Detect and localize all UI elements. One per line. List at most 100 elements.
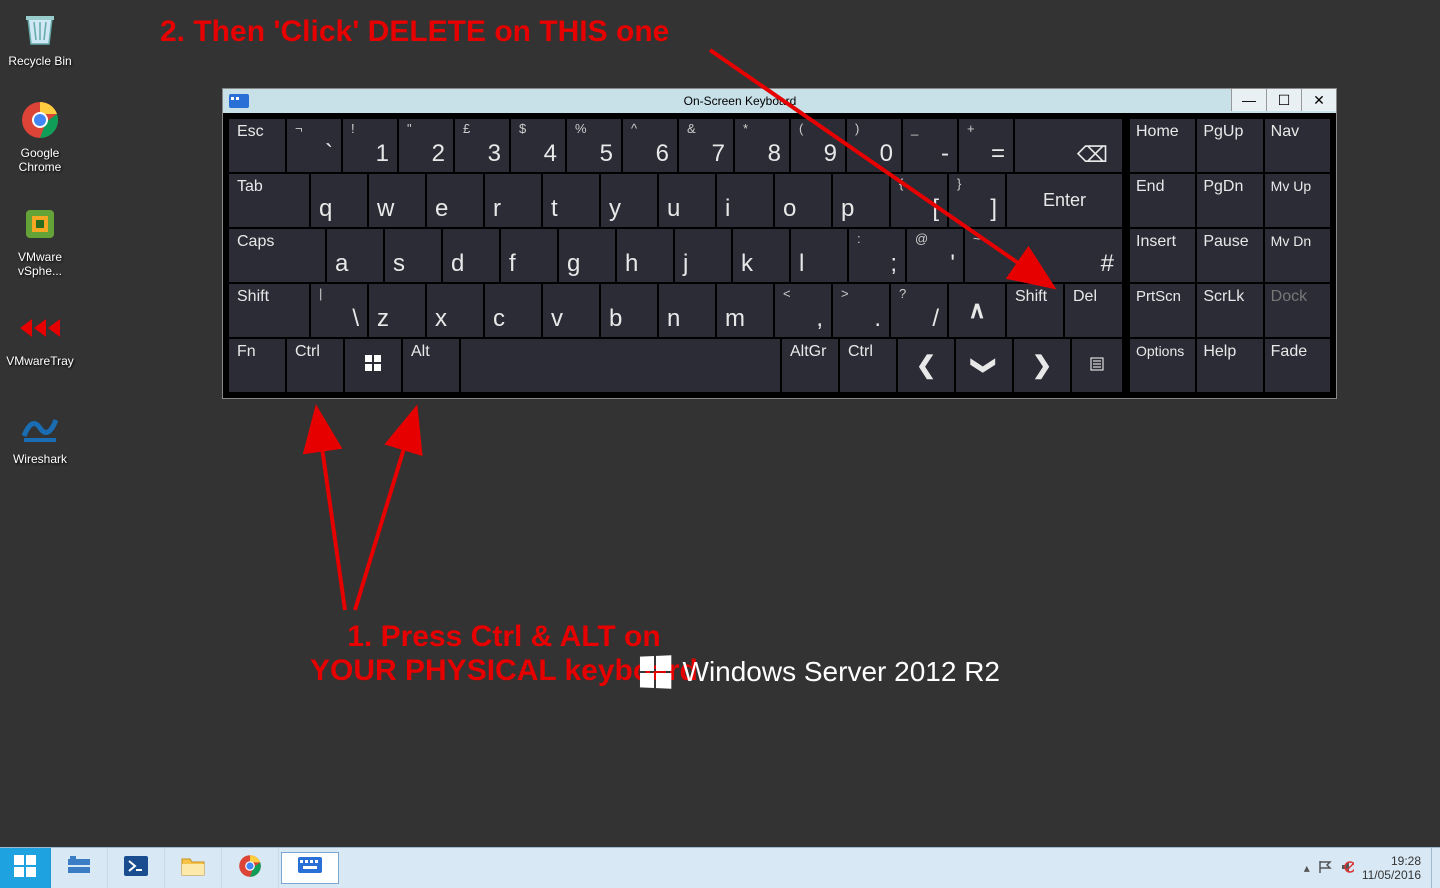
key-m[interactable]: m (717, 284, 773, 337)
key-z[interactable]: z (369, 284, 425, 337)
key-slash[interactable]: ?/ (891, 284, 947, 337)
taskbar-explorer[interactable] (165, 848, 222, 888)
key-del[interactable]: Del (1065, 284, 1122, 337)
key-q[interactable]: q (311, 174, 367, 227)
key-o[interactable]: o (775, 174, 831, 227)
key-fade[interactable]: Fade (1265, 339, 1330, 392)
key-3[interactable]: £3 (455, 119, 509, 172)
desktop-icon-vmware-vsphere[interactable]: VMware vSphe... (4, 200, 76, 278)
key-altgr[interactable]: AltGr (782, 339, 838, 392)
key-7[interactable]: &7 (679, 119, 733, 172)
key-backspace[interactable]: ⌫ (1015, 119, 1122, 172)
key-8[interactable]: *8 (735, 119, 789, 172)
key-0[interactable]: )0 (847, 119, 901, 172)
key-k[interactable]: k (733, 229, 789, 282)
key-pgdn[interactable]: PgDn (1197, 174, 1262, 227)
tray-volume-icon[interactable] (1340, 860, 1354, 877)
key-lctrl[interactable]: Ctrl (287, 339, 343, 392)
key-help[interactable]: Help (1197, 339, 1262, 392)
key-6[interactable]: ^6 (623, 119, 677, 172)
key-pgup[interactable]: PgUp (1197, 119, 1262, 172)
maximize-button[interactable]: ☐ (1266, 89, 1301, 111)
key-prtscn[interactable]: PrtScn (1130, 284, 1195, 337)
key-i[interactable]: i (717, 174, 773, 227)
key-y[interactable]: y (601, 174, 657, 227)
key-space[interactable] (461, 339, 780, 392)
key-e[interactable]: e (427, 174, 483, 227)
desktop-icon-chrome[interactable]: Google Chrome (4, 96, 76, 174)
show-desktop-button[interactable] (1431, 848, 1440, 888)
start-button[interactable] (0, 848, 51, 888)
desktop-icon-wireshark[interactable]: Wireshark (4, 402, 76, 466)
key-1[interactable]: !1 (343, 119, 397, 172)
key-2[interactable]: "2 (399, 119, 453, 172)
key-c[interactable]: c (485, 284, 541, 337)
key-nav[interactable]: Nav (1265, 119, 1330, 172)
key-options[interactable]: Options (1130, 339, 1195, 392)
key-mvdn[interactable]: Mv Dn (1265, 229, 1330, 282)
osk-window[interactable]: On-Screen Keyboard — ☐ ✕ Esc ¬` !1 "2 £3… (222, 88, 1337, 399)
key-enter[interactable]: Enter (1007, 174, 1122, 227)
key-w[interactable]: w (369, 174, 425, 227)
key-left[interactable]: ❮ (898, 339, 954, 392)
key-hash[interactable]: ~# (965, 229, 1122, 282)
key-lshift[interactable]: Shift (229, 284, 309, 337)
close-button[interactable]: ✕ (1301, 89, 1336, 111)
key-t[interactable]: t (543, 174, 599, 227)
key-r[interactable]: r (485, 174, 541, 227)
tray-clock[interactable]: 19:28 11/05/2016 (1362, 854, 1421, 882)
tray-flag-icon[interactable] (1318, 860, 1332, 877)
key-p[interactable]: p (833, 174, 889, 227)
key-s[interactable]: s (385, 229, 441, 282)
key-4[interactable]: $4 (511, 119, 565, 172)
key-bracket-open[interactable]: {[ (891, 174, 947, 227)
key-menu[interactable] (1072, 339, 1122, 392)
key-j[interactable]: j (675, 229, 731, 282)
key-mvup[interactable]: Mv Up (1265, 174, 1330, 227)
desktop-icon-recycle-bin[interactable]: Recycle Bin (4, 4, 76, 68)
key-quote[interactable]: @' (907, 229, 963, 282)
key-caps[interactable]: Caps (229, 229, 325, 282)
key-comma[interactable]: <, (775, 284, 831, 337)
key-period[interactable]: >. (833, 284, 889, 337)
key-n[interactable]: n (659, 284, 715, 337)
key-home[interactable]: Home (1130, 119, 1195, 172)
key-5[interactable]: %5 (567, 119, 621, 172)
key-9[interactable]: (9 (791, 119, 845, 172)
key-v[interactable]: v (543, 284, 599, 337)
key-esc[interactable]: Esc (229, 119, 285, 172)
key-backtick[interactable]: ¬` (287, 119, 341, 172)
key-tab[interactable]: Tab (229, 174, 309, 227)
key-equals[interactable]: += (959, 119, 1013, 172)
key-f[interactable]: f (501, 229, 557, 282)
taskbar-osk-running[interactable] (281, 852, 339, 884)
key-rctrl[interactable]: Ctrl (840, 339, 896, 392)
key-backslash[interactable]: |\ (311, 284, 367, 337)
key-semicolon[interactable]: :; (849, 229, 905, 282)
key-x[interactable]: x (427, 284, 483, 337)
key-b[interactable]: b (601, 284, 657, 337)
key-d[interactable]: d (443, 229, 499, 282)
key-insert[interactable]: Insert (1130, 229, 1195, 282)
key-rshift[interactable]: Shift (1007, 284, 1063, 337)
key-l[interactable]: l (791, 229, 847, 282)
key-g[interactable]: g (559, 229, 615, 282)
key-lalt[interactable]: Alt (403, 339, 459, 392)
key-bracket-close[interactable]: }] (949, 174, 1005, 227)
key-down[interactable]: ❯ (956, 339, 1012, 392)
key-a[interactable]: a (327, 229, 383, 282)
key-win[interactable] (345, 339, 401, 392)
key-right[interactable]: ❯ (1014, 339, 1070, 392)
desktop-icon-vmware-tray[interactable]: VMwareTray (4, 304, 76, 368)
taskbar-powershell[interactable] (108, 848, 165, 888)
key-end[interactable]: End (1130, 174, 1195, 227)
key-h[interactable]: h (617, 229, 673, 282)
key-dock[interactable]: Dock (1265, 284, 1330, 337)
system-tray[interactable]: ▴ 19:28 11/05/2016 (1294, 848, 1431, 888)
osk-titlebar[interactable]: On-Screen Keyboard — ☐ ✕ (223, 89, 1336, 113)
taskbar-server-manager[interactable] (51, 848, 108, 888)
key-scrlk[interactable]: ScrLk (1197, 284, 1262, 337)
tray-up-icon[interactable]: ▴ (1304, 861, 1310, 875)
minimize-button[interactable]: — (1231, 89, 1266, 111)
key-u[interactable]: u (659, 174, 715, 227)
